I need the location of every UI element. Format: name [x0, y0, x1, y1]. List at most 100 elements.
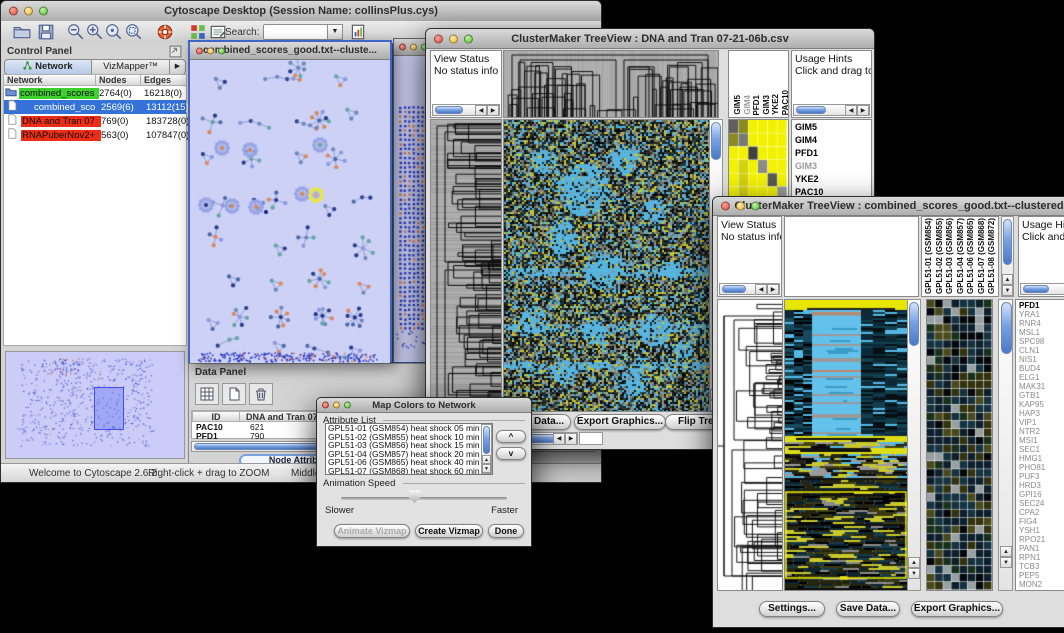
- tv1-heatmap-canvas[interactable]: [504, 120, 710, 411]
- scroll-up-arrow[interactable]: ▲: [482, 455, 491, 464]
- overview-viewport-rect[interactable]: [94, 387, 124, 430]
- tv2-detail-heatmap-canvas[interactable]: [927, 300, 992, 590]
- gene-label[interactable]: PFD1: [795, 147, 871, 160]
- gene-label[interactable]: ELG1: [1019, 373, 1064, 382]
- gene-label[interactable]: GTB1: [1019, 391, 1064, 400]
- column-label[interactable]: GPL51-08 (GSM872): [987, 218, 996, 294]
- scroll-left-arrow[interactable]: ◀: [845, 105, 857, 116]
- minimize-button[interactable]: [449, 34, 458, 43]
- column-label[interactable]: GPL51-02 (GSM855): [935, 218, 944, 294]
- tv1-usage-hints-scrollbar[interactable]: ◀ ▶: [793, 104, 870, 116]
- header-edges[interactable]: Edges: [141, 74, 187, 86]
- tv1-row-dendrogram[interactable]: [431, 120, 501, 411]
- gene-label[interactable]: YRA1: [1019, 310, 1064, 319]
- minimize-button[interactable]: [736, 202, 745, 211]
- scroll-right-arrow[interactable]: ▶: [487, 105, 499, 116]
- column-label[interactable]: PAC10: [781, 90, 790, 115]
- tv1-mini-heatmap[interactable]: [729, 120, 787, 200]
- network-canvas[interactable]: [190, 60, 390, 363]
- column-label[interactable]: GPL51-07 (GSM868): [977, 218, 986, 294]
- search-report-icon[interactable]: [349, 23, 367, 41]
- column-label[interactable]: GIM5: [733, 95, 742, 115]
- move-up-button[interactable]: ^: [496, 430, 526, 443]
- close-button[interactable]: [196, 47, 203, 54]
- zoom-button[interactable]: [464, 34, 473, 43]
- zoom-button[interactable]: [344, 402, 351, 409]
- close-button[interactable]: [9, 7, 18, 16]
- gene-label[interactable]: YSH1: [1019, 526, 1064, 535]
- close-button[interactable]: [721, 202, 730, 211]
- delete-attribute-trash-icon[interactable]: [249, 383, 273, 405]
- minimize-button[interactable]: [207, 47, 214, 54]
- vizmapper-grid-icon[interactable]: [189, 23, 207, 41]
- tv2-column-labels-scrollbar[interactable]: ▲ ▼: [1001, 216, 1014, 297]
- id-column-header[interactable]: ID: [192, 411, 240, 422]
- move-down-button[interactable]: v: [496, 447, 526, 460]
- tv2-view-status-scrollbar[interactable]: ◀ ▶: [719, 283, 780, 295]
- column-label[interactable]: GIM3: [762, 95, 771, 115]
- tv2-export-graphics-button[interactable]: Export Graphics...: [911, 601, 1003, 617]
- tv2-heatmap-vscrollbar[interactable]: ▲ ▼: [907, 299, 921, 591]
- close-button[interactable]: [322, 402, 329, 409]
- column-label[interactable]: GPL51-06 (GSM865): [966, 218, 975, 294]
- zoom-fit-icon[interactable]: [125, 23, 143, 41]
- column-label[interactable]: GPL51-04 (GSM857): [956, 218, 965, 294]
- tab-vizmapper[interactable]: VizMapper™: [92, 59, 170, 75]
- tv2-usage-hints-scrollbar[interactable]: [1020, 283, 1064, 295]
- zoom-button[interactable]: [39, 7, 48, 16]
- save-session-button[interactable]: [37, 23, 55, 41]
- gene-label[interactable]: RPN1: [1019, 553, 1064, 562]
- minimize-button[interactable]: [333, 402, 340, 409]
- gene-label[interactable]: RPO21: [1019, 535, 1064, 544]
- new-attribute-button[interactable]: [222, 383, 246, 405]
- gene-label[interactable]: SEC24: [1019, 499, 1064, 508]
- gene-label[interactable]: MSI1: [1019, 436, 1064, 445]
- animation-speed-slider-thumb[interactable]: [409, 490, 420, 503]
- treeview-dna-title-bar[interactable]: ClusterMaker TreeView : DNA and Tran 07-…: [426, 29, 874, 49]
- header-nodes[interactable]: Nodes: [96, 74, 141, 86]
- scroll-up-arrow[interactable]: ▲: [908, 557, 920, 568]
- scroll-left-arrow[interactable]: ◀: [553, 433, 565, 445]
- dialog-title-bar[interactable]: Map Colors to Network: [317, 398, 531, 413]
- gene-label[interactable]: SPC98: [1019, 337, 1064, 346]
- search-dropdown-arrow[interactable]: ▼: [327, 24, 343, 40]
- gene-label[interactable]: TCB3: [1019, 562, 1064, 571]
- help-lifering-icon[interactable]: [156, 23, 174, 41]
- gene-label[interactable]: CPA2: [1019, 508, 1064, 517]
- treeview-combined-title-bar[interactable]: ClusterMaker TreeView : combined_scores_…: [713, 197, 1064, 216]
- tv1-export-graphics-button[interactable]: Export Graphics...: [574, 414, 666, 430]
- gene-label[interactable]: GIM4: [795, 134, 871, 147]
- column-label[interactable]: GPL51-03 (GSM856): [945, 218, 954, 294]
- scroll-down-arrow[interactable]: ▼: [1000, 557, 1012, 568]
- create-vizmap-button[interactable]: Create Vizmap: [415, 524, 483, 538]
- scroll-up-arrow[interactable]: ▲: [1000, 546, 1012, 557]
- close-button[interactable]: [434, 34, 443, 43]
- main-title-bar[interactable]: Cytoscape Desktop (Session Name: collins…: [1, 1, 601, 22]
- scroll-down-arrow[interactable]: ▼: [482, 464, 491, 473]
- attribute-list-scrollbar[interactable]: ▲ ▼: [481, 424, 492, 474]
- tab-overflow-arrow[interactable]: ▶: [170, 59, 186, 75]
- network-list-row[interactable]: RNAPuberNov2+563(0)107847(0): [4, 128, 186, 142]
- tv2-heatmap-canvas[interactable]: [785, 300, 908, 590]
- gene-label[interactable]: HMG1: [1019, 454, 1064, 463]
- close-button[interactable]: [399, 44, 406, 51]
- scroll-down-arrow[interactable]: ▼: [908, 568, 920, 579]
- column-label[interactable]: YKE2: [771, 94, 780, 115]
- network-list-row[interactable]: DNA and Tran 07769(0)183728(0): [4, 114, 186, 128]
- gene-label[interactable]: GPI16: [1019, 490, 1064, 499]
- gene-label[interactable]: NIS1: [1019, 355, 1064, 364]
- minimize-button[interactable]: [410, 44, 417, 51]
- gene-label[interactable]: RNR4: [1019, 319, 1064, 328]
- network-window-title-bar[interactable]: combined_scores_good.txt--cluste...: [190, 42, 390, 60]
- network-list-row[interactable]: combined_scores2764(0)16218(0): [4, 86, 186, 100]
- zoom-in-icon[interactable]: [86, 23, 104, 41]
- scroll-down-arrow[interactable]: ▼: [1002, 285, 1013, 296]
- scroll-left-arrow[interactable]: ◀: [755, 284, 767, 295]
- gene-label[interactable]: PUF3: [1019, 472, 1064, 481]
- animation-speed-slider-track[interactable]: [341, 497, 507, 500]
- scroll-left-arrow[interactable]: ◀: [475, 105, 487, 116]
- gene-label[interactable]: MSL1: [1019, 328, 1064, 337]
- tv2-settings-button[interactable]: Settings...: [759, 601, 825, 617]
- gene-label[interactable]: MAK31: [1019, 382, 1064, 391]
- header-network[interactable]: Network: [3, 74, 96, 86]
